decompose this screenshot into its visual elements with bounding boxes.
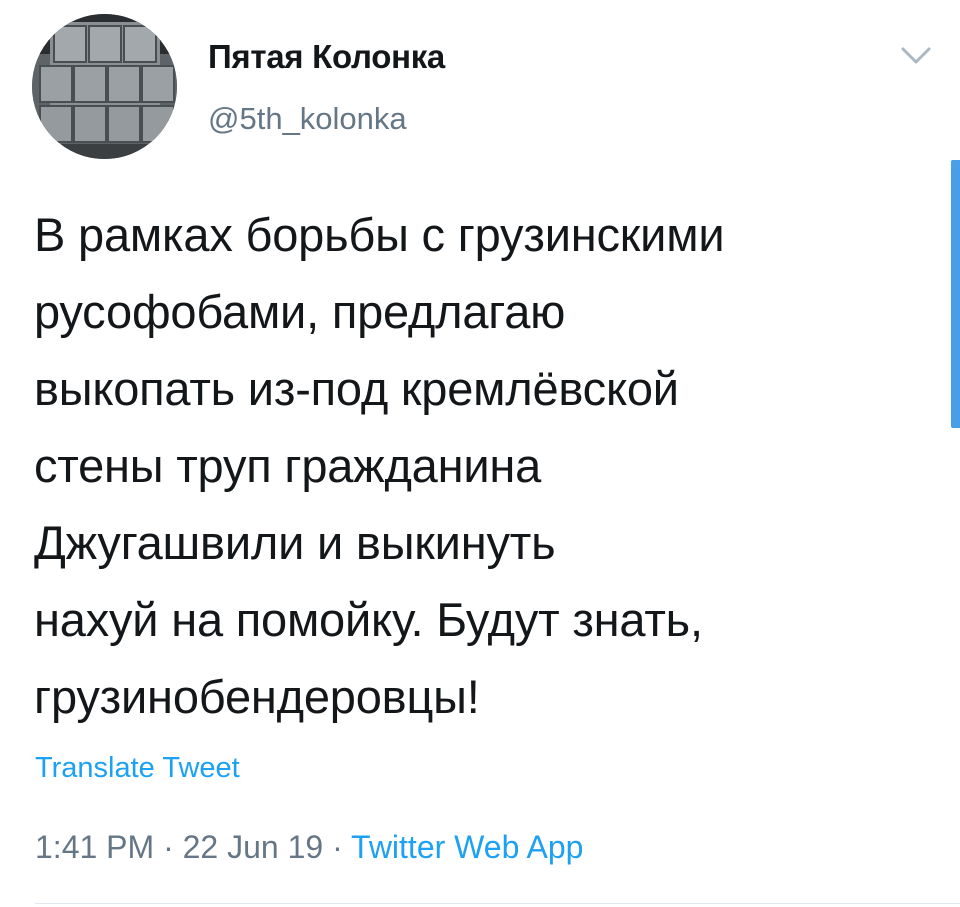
tweet-metadata: 1:41 PM · 22 Jun 19 · Twitter Web App (35, 829, 583, 866)
scrollbar[interactable] (951, 160, 960, 428)
tweet-text-line: грузинобендеровцы! (34, 670, 480, 723)
avatar[interactable] (32, 14, 177, 159)
tweet-card: Пятая Колонка @5th_kolonka В рамках борь… (0, 0, 960, 907)
tweet-text-line: Джугашвили и выкинуть (34, 516, 556, 569)
meta-separator: · (323, 829, 352, 865)
tweet-text-line: стены труп гражданина (34, 439, 542, 492)
tweet-source-link[interactable]: Twitter Web App (351, 829, 583, 865)
author-handle[interactable]: @5th_kolonka (208, 101, 407, 137)
tweet-date[interactable]: 22 Jun 19 (183, 829, 324, 865)
author-display-name[interactable]: Пятая Колонка (208, 38, 445, 76)
tweet-text-line: выкопать из-под кремлёвской (34, 362, 679, 415)
meta-separator: · (154, 829, 183, 865)
tweet-text-line: В рамках борьбы с грузинскими (34, 208, 725, 261)
tweet-text: В рамках борьбы с грузинскими русофобами… (34, 196, 944, 735)
avatar-image (32, 14, 177, 159)
divider (35, 903, 960, 904)
tweet-text-line: нахуй на помойку. Будут знать, (34, 593, 703, 646)
translate-tweet-link[interactable]: Translate Tweet (35, 752, 240, 785)
chevron-down-icon[interactable] (899, 42, 933, 68)
tweet-time[interactable]: 1:41 PM (35, 829, 154, 865)
tweet-text-line: русофобами, предлагаю (34, 285, 566, 338)
